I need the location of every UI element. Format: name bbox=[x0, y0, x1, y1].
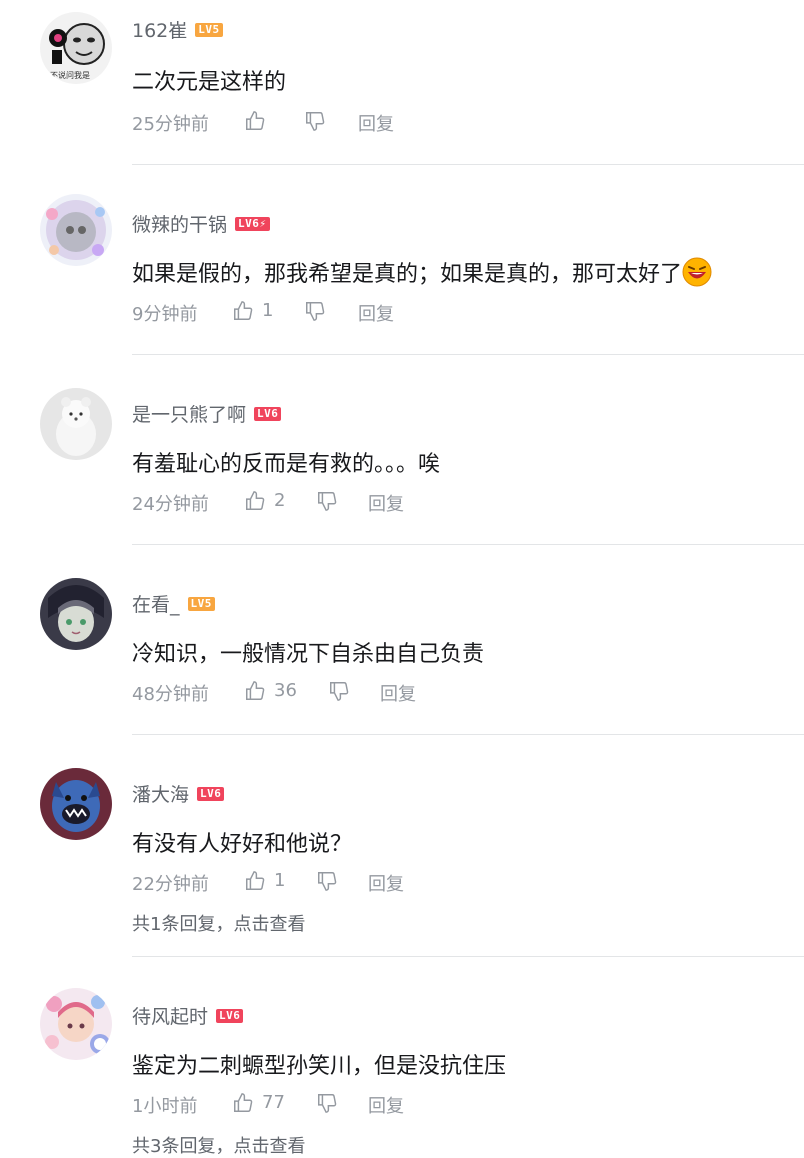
thumbs-up-icon bbox=[234, 301, 253, 320]
comment-text: 冷知识，一般情况下自杀由自己负责 bbox=[132, 642, 485, 667]
username-text[interactable]: 潘大海 bbox=[132, 780, 189, 807]
comment-time: 24分钟前 bbox=[132, 494, 209, 515]
comment-text: 如果是假的，那我希望是真的；如果是真的，那可太好了 bbox=[132, 256, 712, 288]
username-text[interactable]: 是一只熊了啊 bbox=[132, 400, 246, 427]
thumbs-down-icon bbox=[318, 872, 337, 891]
username-text[interactable]: 在看_ bbox=[132, 590, 180, 617]
like-count: 1 bbox=[274, 870, 286, 891]
view-replies-link[interactable]: 共3条回复，点击查看 bbox=[132, 1132, 305, 1158]
comment-time: 22分钟前 bbox=[132, 874, 209, 895]
thumbs-down-icon bbox=[306, 302, 325, 321]
thumbs-up-icon bbox=[246, 681, 265, 700]
username[interactable]: 微辣的干锅 LV6⚡ bbox=[132, 210, 270, 237]
reply-button[interactable]: 回复 bbox=[368, 870, 404, 896]
reply-button[interactable]: 回复 bbox=[358, 300, 394, 326]
level-badge: LV5 bbox=[195, 22, 223, 37]
level-badge: LV5 bbox=[187, 596, 215, 611]
avatar[interactable] bbox=[40, 578, 112, 650]
divider bbox=[132, 354, 804, 355]
divider bbox=[132, 956, 804, 957]
like-button[interactable] bbox=[232, 300, 254, 327]
level-badge: LV6⚡ bbox=[235, 216, 270, 231]
reply-button[interactable]: 回复 bbox=[368, 1092, 404, 1118]
like-count: 77 bbox=[262, 1092, 285, 1113]
comment-text-body: 如果是假的，那我希望是真的；如果是真的，那可太好了 bbox=[132, 262, 683, 287]
like-button[interactable] bbox=[244, 870, 266, 897]
username-text[interactable]: 微辣的干锅 bbox=[132, 210, 227, 237]
comment-time: 25分钟前 bbox=[132, 114, 209, 135]
comment-text: 有羞耻心的反而是有救的。。。唉 bbox=[132, 452, 441, 477]
divider bbox=[132, 164, 804, 165]
dislike-button[interactable] bbox=[304, 110, 326, 137]
username[interactable]: 162崔 LV5 bbox=[132, 16, 223, 43]
like-button[interactable] bbox=[244, 490, 266, 517]
like-count: 1 bbox=[262, 300, 274, 321]
divider bbox=[132, 734, 804, 735]
thumbs-up-icon bbox=[246, 871, 265, 890]
username[interactable]: 是一只熊了啊 LV6 bbox=[132, 400, 282, 427]
comment-text: 二次元是这样的 bbox=[132, 70, 287, 95]
reply-button[interactable]: 回复 bbox=[358, 110, 394, 136]
avatar[interactable] bbox=[40, 194, 112, 266]
thumbs-down-icon bbox=[330, 682, 349, 701]
avatar[interactable] bbox=[40, 768, 112, 840]
like-button[interactable] bbox=[232, 1092, 254, 1119]
comment-time: 1小时前 bbox=[132, 1096, 198, 1117]
username-text[interactable]: 162崔 bbox=[132, 16, 187, 43]
comment-time: 48分钟前 bbox=[132, 684, 209, 705]
dislike-button[interactable] bbox=[304, 300, 326, 327]
like-button[interactable] bbox=[244, 680, 266, 707]
avatar[interactable]: 不说问我是 bbox=[40, 12, 112, 84]
like-count: 36 bbox=[274, 680, 297, 701]
username[interactable]: 潘大海 LV6 bbox=[132, 780, 225, 807]
reply-button[interactable]: 回复 bbox=[368, 490, 404, 516]
thumbs-down-icon bbox=[306, 112, 325, 131]
dislike-button[interactable] bbox=[316, 870, 338, 897]
avatar[interactable] bbox=[40, 388, 112, 460]
divider bbox=[132, 544, 804, 545]
dislike-button[interactable] bbox=[316, 490, 338, 517]
avatar-caption: 不说问我是 bbox=[50, 71, 90, 80]
comment-text: 有没有人好好和他说？ bbox=[132, 832, 353, 857]
laughing-emoji-icon bbox=[682, 257, 712, 287]
username-text[interactable]: 待风起时 bbox=[132, 1002, 208, 1029]
dislike-button[interactable] bbox=[316, 1092, 338, 1119]
thumbs-up-icon bbox=[246, 491, 265, 510]
username[interactable]: 在看_ LV5 bbox=[132, 590, 215, 617]
thumbs-down-icon bbox=[318, 1094, 337, 1113]
like-count: 2 bbox=[274, 490, 286, 511]
dislike-button[interactable] bbox=[328, 680, 350, 707]
view-replies-link[interactable]: 共1条回复，点击查看 bbox=[132, 910, 305, 936]
thumbs-up-icon bbox=[234, 1093, 253, 1112]
comment-time: 9分钟前 bbox=[132, 304, 198, 325]
level-badge: LV6 bbox=[216, 1008, 244, 1023]
username[interactable]: 待风起时 LV6 bbox=[132, 1002, 244, 1029]
thumbs-down-icon bbox=[318, 492, 337, 511]
level-badge: LV6 bbox=[197, 786, 225, 801]
thumbs-up-icon bbox=[246, 111, 265, 130]
like-button[interactable] bbox=[244, 110, 266, 137]
reply-button[interactable]: 回复 bbox=[380, 680, 416, 706]
comment-text: 鉴定为二刺螈型孙笑川，但是没抗住压 bbox=[132, 1054, 507, 1079]
level-badge: LV6 bbox=[254, 406, 282, 421]
avatar[interactable] bbox=[40, 988, 112, 1060]
